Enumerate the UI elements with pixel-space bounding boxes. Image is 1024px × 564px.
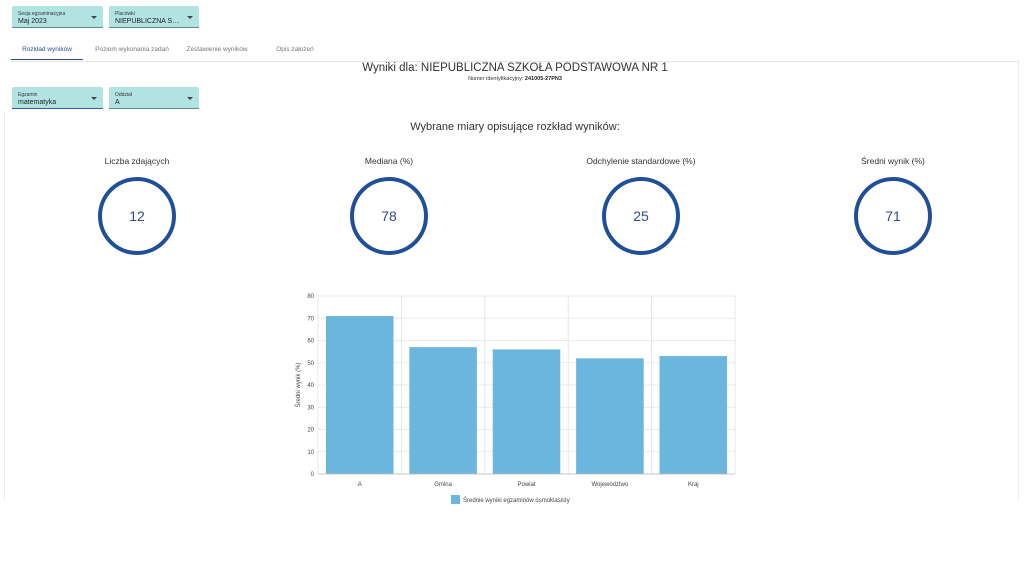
x-tick-label: A	[358, 482, 362, 488]
measure-label: Mediana (%)	[364, 156, 414, 166]
measure-value: 78	[381, 208, 397, 224]
chevron-down-icon	[91, 16, 97, 19]
tab-assumptions[interactable]: Opis założeń	[269, 42, 321, 60]
y-tick-label: 0	[311, 472, 315, 478]
average-results-bar-chart: 0 10 20 30 40 50 60 70 80 A Gmina Powiat Wojewodztwo…	[294, 294, 736, 504]
bar	[576, 358, 644, 474]
legend-swatch	[451, 495, 460, 504]
measure-label: Odchylenie standardowe (%)	[586, 156, 696, 166]
measure-label: Liczba zdających	[104, 156, 170, 166]
measure-value: 25	[633, 208, 649, 224]
x-tick-label: Kraj	[688, 482, 699, 488]
y-tick-label: 70	[307, 316, 314, 322]
exam-select[interactable]: Egzamin matematyka	[12, 87, 103, 109]
y-tick-label: 60	[307, 339, 314, 345]
measure-label: Średni wynik (%)	[861, 156, 925, 166]
school-id-value: 241005-27PN3	[524, 76, 562, 82]
measure-value: 12	[129, 208, 145, 224]
y-tick-label: 40	[307, 383, 314, 389]
institution-select[interactable]: Placówki NIEPUBLICZNA SZKOŁA...	[109, 6, 199, 28]
measure-mean: Średni wynik (%) 71	[793, 156, 993, 255]
y-tick-label: 30	[307, 405, 314, 411]
y-tick-label: 20	[307, 428, 314, 434]
school-id-label: Numer identyfikacyjny:	[468, 76, 524, 82]
session-select[interactable]: Sesja egzaminacyjna Maj 2023	[12, 6, 103, 28]
y-tick-label: 80	[307, 294, 314, 300]
measure-value: 71	[885, 208, 901, 224]
measure-ring: 71	[854, 177, 932, 255]
y-axis-label: Średni wynik (%)	[294, 362, 302, 407]
class-select[interactable]: Oddział A	[109, 87, 199, 109]
measures-title: Wybrane miary opisujące rozkład wyników:	[410, 121, 620, 133]
bar	[659, 356, 728, 474]
tab-task-performance[interactable]: Poziom wykonania zadań	[91, 42, 173, 60]
bar	[492, 349, 561, 474]
bar	[325, 316, 394, 474]
page-title: Wyniki dla: NIEPUBLICZNA SZKOŁA PODSTAWO…	[362, 62, 668, 74]
school-identifier: Numer identyfikacyjny: 241005-27PN3	[300, 76, 730, 82]
chevron-down-icon	[187, 97, 193, 100]
measure-ring: 78	[350, 177, 428, 255]
y-tick-label: 10	[307, 450, 314, 456]
x-tick-label: Gmina	[434, 482, 452, 488]
tab-score-distribution[interactable]: Rozkład wyników	[11, 42, 83, 60]
chevron-down-icon	[91, 97, 97, 100]
content-border-right	[1018, 60, 1019, 500]
chevron-down-icon	[187, 16, 193, 19]
content-border-left	[4, 112, 5, 500]
session-select-value: Maj 2023	[18, 18, 47, 25]
measure-std-dev: Odchylenie standardowe (%) 25	[541, 156, 741, 255]
exam-select-value: matematyka	[18, 99, 57, 106]
y-tick-label: 50	[307, 361, 314, 367]
class-select-value: A	[115, 99, 120, 106]
x-tick-label: Wojewodztwo	[591, 482, 629, 488]
measure-count: Liczba zdających 12	[37, 156, 237, 255]
bar	[409, 347, 477, 474]
institution-select-value: NIEPUBLICZNA SZKOŁA...	[115, 18, 193, 25]
measure-ring: 12	[98, 177, 176, 255]
tab-results-summary[interactable]: Zestawienie wyników	[184, 42, 250, 60]
legend-label: Średnie wyniki egzaminów ósmoklasisty	[463, 496, 570, 504]
measure-median: Mediana (%) 78	[289, 156, 489, 255]
x-tick-label: Powiat	[517, 482, 535, 488]
measure-ring: 25	[602, 177, 680, 255]
